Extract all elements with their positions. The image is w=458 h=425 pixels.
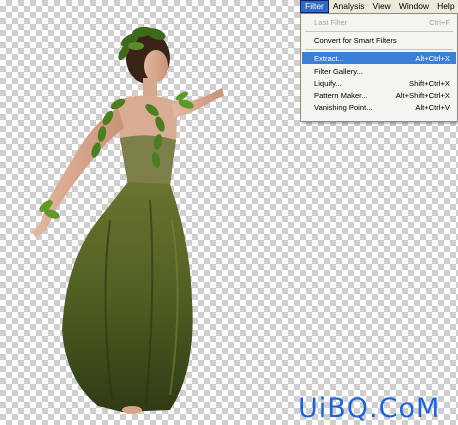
menu-item-shortcut: Ctrl+F — [429, 17, 450, 27]
menu-item-label: Filter Gallery... — [314, 66, 363, 76]
site-watermark: UiBQ.CoM — [298, 393, 441, 424]
menu-item-filter-gallery[interactable]: Filter Gallery... — [302, 65, 456, 77]
menu-view[interactable]: View — [369, 0, 395, 13]
menu-item-vanishing-point[interactable]: Vanishing Point... Alt+Ctrl+V — [302, 101, 456, 113]
menu-item-label: Extract... — [314, 53, 344, 63]
menu-item-shortcut: Alt+Ctrl+X — [415, 53, 450, 63]
menu-item-extract[interactable]: Extract... Alt+Ctrl+X — [302, 52, 456, 64]
menu-item-pattern-maker[interactable]: Pattern Maker... Alt+Shift+Ctrl+X — [302, 89, 456, 101]
menu-window[interactable]: Window — [395, 0, 433, 13]
menu-item-shortcut: Alt+Shift+Ctrl+X — [395, 90, 450, 100]
menu-item-label: Pattern Maker... — [314, 90, 368, 100]
menu-item-convert-smart-filters[interactable]: Convert for Smart Filters — [302, 34, 456, 46]
menu-item-liquify[interactable]: Liquify... Shift+Ctrl+X — [302, 77, 456, 89]
menu-item-last-filter: Last Filter Ctrl+F — [302, 16, 456, 28]
menu-item-label: Liquify... — [314, 78, 342, 88]
menu-filter[interactable]: Filter — [300, 0, 329, 13]
menu-item-label: Vanishing Point... — [314, 102, 373, 112]
menu-help[interactable]: Help — [433, 0, 458, 13]
menu-separator — [305, 31, 453, 32]
menu-item-shortcut: Shift+Ctrl+X — [409, 78, 450, 88]
menu-item-label: Convert for Smart Filters — [314, 35, 397, 45]
woman-in-green-dress-image — [32, 26, 224, 414]
menu-bar: Filter Analysis View Window Help — [300, 0, 458, 14]
menu-item-label: Last Filter — [314, 17, 348, 27]
menu-separator — [305, 49, 453, 50]
menu-analysis[interactable]: Analysis — [329, 0, 369, 13]
menu-item-shortcut: Alt+Ctrl+V — [415, 102, 450, 112]
filter-dropdown-menu: Last Filter Ctrl+F Convert for Smart Fil… — [300, 13, 458, 122]
